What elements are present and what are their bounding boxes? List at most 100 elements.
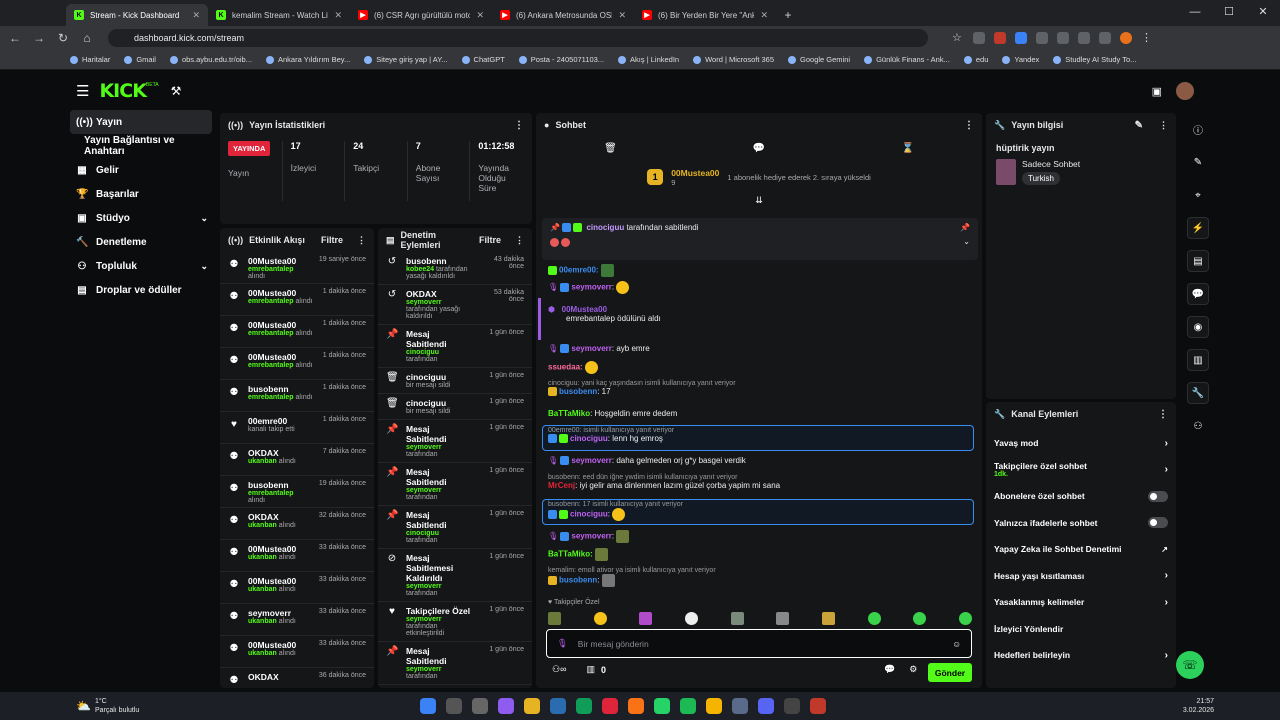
moderation-item[interactable]: ♥ Takipçilere Özel seymoverr tarafından et… — [378, 602, 532, 642]
activity-by[interactable]: ukanban — [248, 618, 277, 625]
chat-username[interactable]: cinociguu — [570, 434, 608, 443]
channel-action-item[interactable]: Hesap yaşı kısıtlaması › — [986, 563, 1176, 590]
channel-action-item[interactable]: Yavaş mod › — [986, 430, 1176, 457]
activity-item[interactable]: ⚉ busobenn emrebantalep alındı 19 dakika ön… — [220, 476, 374, 508]
moderation-item[interactable]: 📌 Mesaj Sabitlendi cinociguu tarafından 1 g… — [378, 506, 532, 549]
emote-icon[interactable] — [639, 612, 653, 625]
moderation-item[interactable]: ⊘Mesaj Sabitlemesi Kaldırıldıcinociguu t… — [378, 685, 532, 688]
edit-icon[interactable]: ✎ — [1187, 151, 1209, 173]
channel-action-item[interactable]: Abonelere özel sohbet — [986, 483, 1176, 510]
bookmark-star-icon[interactable]: ☆ — [952, 32, 964, 44]
pinned-by-user[interactable]: cinociguu — [586, 223, 624, 232]
nav-item[interactable]: ((•)) Yayın — [70, 110, 212, 134]
activity-by[interactable]: emrebantalep — [248, 362, 294, 369]
channel-action-item[interactable]: Yalnızca ifadelerle sohbet — [986, 510, 1176, 537]
bookmark-item[interactable]: Studley AI Study To... — [1053, 55, 1136, 64]
gift-username[interactable]: 00Mustea00 — [671, 168, 719, 178]
edge-icon[interactable] — [576, 698, 592, 714]
back-arrow-icon[interactable]: ← — [8, 31, 22, 45]
bookmark-item[interactable]: Siteye giriş yap | AY... — [364, 55, 448, 64]
emote-icon[interactable] — [776, 612, 790, 625]
chevron-down-icon[interactable]: ⌄ — [963, 237, 970, 246]
activity-item[interactable]: ⚉ OKDAX ukanban alındı 7 dakika önce — [220, 444, 374, 476]
chat-username[interactable]: 00emre00: — [559, 266, 599, 275]
chat-bubble-icon[interactable]: 💬 — [753, 143, 765, 154]
bookmark-item[interactable]: ChatGPT — [461, 55, 505, 64]
close-icon[interactable]: ✕ — [334, 10, 342, 21]
hamburger-menu-icon[interactable]: ☰ — [76, 82, 89, 100]
nav-item[interactable]: ⚇ Topluluk ⌄ — [64, 254, 216, 278]
activity-item[interactable]: ⚉ seymoverr ukanban alındı 33 dakika önce — [220, 604, 374, 636]
activity-username[interactable]: OKDAX — [248, 512, 311, 522]
list-icon[interactable]: ▥ — [1187, 349, 1209, 371]
extension-icon[interactable] — [994, 32, 1006, 44]
forward-arrow-icon[interactable]: → — [32, 31, 46, 45]
more-options-icon[interactable]: ⋮ — [964, 120, 974, 131]
hammer-icon[interactable]: ⚒ — [171, 84, 182, 98]
chat-input[interactable]: 🎙 Bir mesaj gönderin ☺ — [546, 629, 972, 658]
browser-tab[interactable]: Kkemalim Stream - Watch Live o ✕ — [208, 4, 350, 26]
new-tab-button[interactable]: + — [776, 4, 800, 26]
activity-username[interactable]: 00Mustea00 — [248, 320, 315, 330]
extension-icon[interactable] — [1036, 32, 1048, 44]
task-view-icon[interactable] — [472, 698, 488, 714]
brave-icon[interactable] — [628, 698, 644, 714]
pin-icon[interactable]: 📌 — [960, 223, 970, 232]
bookmark-item[interactable]: Posta - 2405071103... — [518, 55, 604, 64]
chat-username[interactable]: cinociguu — [570, 510, 608, 519]
discord-icon[interactable] — [758, 698, 774, 714]
activity-username[interactable]: 00emre00 — [248, 416, 315, 426]
emote-icon[interactable] — [958, 612, 972, 625]
moderation-item[interactable]: 📌 Mesaj Sabitlendi seymoverr tarafından 1 g… — [378, 420, 532, 463]
menu-icon[interactable]: ⋮ — [1141, 32, 1153, 44]
app-icon[interactable] — [810, 698, 826, 714]
activity-username[interactable]: 00Mustea00 — [248, 352, 315, 362]
activity-item[interactable]: ⚉ 00Mustea00 emrebantalep alındı 1 dakika ö… — [220, 316, 374, 348]
maximize-icon[interactable]: ☐ — [1212, 0, 1246, 26]
chat-username[interactable]: seymoverr — [571, 283, 611, 292]
activity-item[interactable]: ⚉ 00Mustea00 emrebantalep alındı 1 dakika ö… — [220, 284, 374, 316]
kick-logo[interactable]: KICK — [99, 80, 146, 102]
bookmark-item[interactable]: Ankara Yıldırım Bey... — [265, 55, 350, 64]
opera-icon[interactable] — [602, 698, 618, 714]
moderation-item[interactable]: ↺ busobenn kobee24 tarafından yasağı kaldı… — [378, 252, 532, 285]
activity-item[interactable]: ⚉ 00Mustea00 ukanban alındı 33 dakika önce — [220, 636, 374, 668]
activity-username[interactable]: OKDAX — [248, 448, 315, 458]
close-window-icon[interactable]: ✕ — [1246, 0, 1280, 26]
bookmark-item[interactable]: Google Gemini — [788, 55, 850, 64]
activity-by[interactable]: emrebantalep — [248, 298, 294, 305]
activity-username[interactable]: OKDAX — [248, 672, 311, 682]
more-options-icon[interactable]: ⋮ — [1158, 409, 1168, 420]
moderation-by[interactable]: seymoverr — [406, 666, 441, 673]
activity-item[interactable]: ⚉ OKDAX ukanban alındı 32 dakika önce — [220, 508, 374, 540]
moderation-by[interactable]: kobee24 — [406, 266, 434, 273]
moderation-by[interactable]: seymoverr — [406, 487, 441, 494]
moderation-by[interactable]: seymoverr — [406, 299, 441, 306]
whatsapp-icon[interactable] — [654, 698, 670, 714]
chat-bubble-icon[interactable]: 💬 — [884, 664, 895, 675]
language-tag[interactable]: Turkish — [1022, 172, 1060, 185]
channel-points-icon[interactable]: ▥ — [586, 664, 595, 675]
activity-username[interactable]: 00Mustea00 — [248, 544, 311, 554]
windows-start-icon[interactable] — [420, 698, 436, 714]
chat-username[interactable]: seymoverr — [571, 532, 611, 541]
hourglass-icon[interactable]: ⌛ — [901, 143, 913, 154]
wrench-icon[interactable]: 🔧 — [1187, 382, 1209, 404]
activity-item[interactable]: ⚉ 00Mustea00 ukanban alındı 33 dakika önce — [220, 572, 374, 604]
word-icon[interactable] — [550, 698, 566, 714]
chat-username[interactable]: BaTTaMiko — [548, 409, 590, 418]
emote-icon[interactable] — [730, 612, 744, 625]
nav-item[interactable]: 🔨 Denetleme — [64, 230, 216, 254]
moderation-by[interactable]: cinociguu — [406, 530, 439, 537]
send-button[interactable]: Gönder — [928, 663, 972, 682]
activity-username[interactable]: seymoverr — [248, 608, 311, 618]
chat-username[interactable]: ssuedaa: — [548, 363, 583, 372]
community-icon[interactable]: ⚇ — [1187, 415, 1209, 437]
extension-icon[interactable] — [1015, 32, 1027, 44]
document-icon[interactable]: ▤ — [1187, 250, 1209, 272]
chat-username[interactable]: seymoverr — [571, 456, 611, 465]
activity-by[interactable]: ukanban — [248, 586, 277, 593]
search-icon[interactable] — [446, 698, 462, 714]
profile-avatar[interactable] — [1120, 32, 1132, 44]
chat-username[interactable]: busobenn — [559, 576, 597, 585]
